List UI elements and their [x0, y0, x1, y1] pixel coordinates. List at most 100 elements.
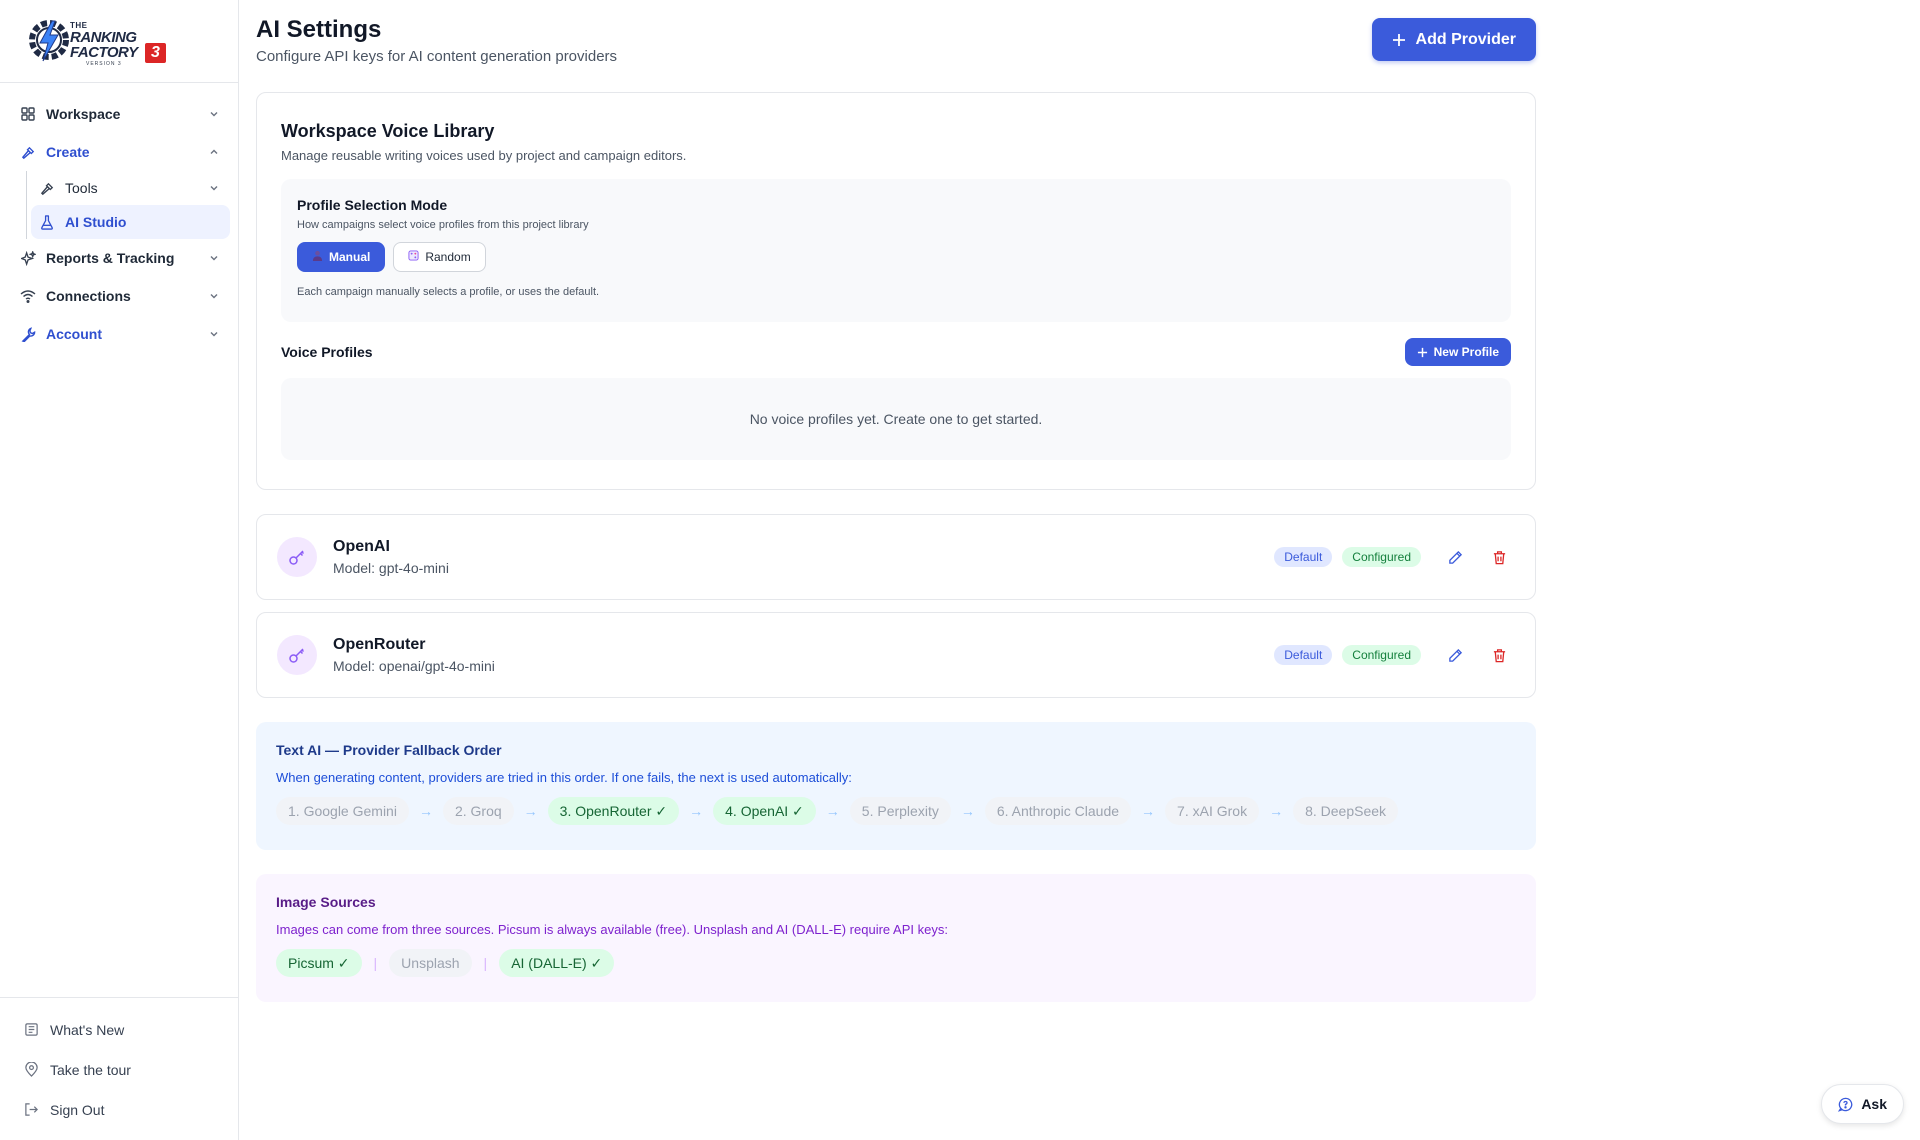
fallback-chip: 4. OpenAI ✓ [713, 797, 816, 825]
take-tour-label: Take the tour [50, 1062, 131, 1078]
fallback-subtitle: When generating content, providers are t… [276, 770, 852, 785]
sidebar-item-label: Reports & Tracking [46, 250, 175, 266]
delete-provider-button[interactable] [1487, 643, 1511, 667]
sidebar-item-account[interactable]: Account [12, 315, 230, 353]
wrench-icon [20, 326, 36, 342]
sidebar-item-label: AI Studio [65, 214, 127, 230]
edit-provider-button[interactable] [1443, 545, 1467, 569]
image-sources-subtitle: Images can come from three sources. Pics… [276, 922, 948, 937]
create-submenu: Tools AI Studio [26, 171, 230, 239]
person-icon [312, 250, 323, 264]
sidebar-item-create[interactable]: Create [12, 133, 230, 171]
sparkles-icon [20, 250, 36, 266]
sign-out-link[interactable]: Sign Out [24, 1090, 239, 1130]
sign-out-label: Sign Out [50, 1102, 105, 1118]
image-source-chip: AI (DALL-E) ✓ [499, 949, 615, 977]
trash-icon [1493, 648, 1505, 662]
chevron-down-icon [210, 112, 218, 117]
fallback-chip: 1. Google Gemini [276, 797, 409, 825]
whats-new-link[interactable]: What's New [24, 1010, 239, 1050]
provider-name: OpenAI [333, 538, 390, 555]
sidebar-item-label: Tools [65, 180, 98, 196]
voice-profiles-empty-state: No voice profiles yet. Create one to get… [281, 378, 1511, 460]
sidebar-nav: Workspace Create Tools AI Studio Reports… [0, 83, 238, 353]
logo[interactable]: THE RANKING FACTORY 3 VERSION 3 [0, 0, 238, 83]
ask-label: Ask [1861, 1096, 1887, 1112]
sidebar-item-label: Create [46, 144, 90, 160]
image-sources-title: Image Sources [276, 894, 376, 910]
whats-new-label: What's New [50, 1022, 125, 1038]
image-sources-panel: Image Sources Images can come from three… [256, 874, 1536, 1002]
provider-info: OpenRouter Model: openai/gpt-4o-mini [333, 636, 1264, 674]
new-profile-button[interactable]: New Profile [1404, 338, 1511, 366]
mode-note: Each campaign manually selects a profile… [297, 286, 600, 298]
hammer-icon [20, 144, 36, 160]
image-source-chip: Unsplash [389, 949, 472, 977]
new-profile-label: New Profile [1433, 345, 1499, 359]
chevron-down-icon [210, 332, 218, 337]
arrow-right-icon: → [960, 803, 975, 819]
voice-library-subtitle: Manage reusable writing voices used by p… [281, 148, 687, 163]
logo-text: FACTORY [70, 44, 138, 61]
manual-mode-button[interactable]: Manual [297, 242, 386, 272]
fallback-chain: 1. Google Gemini → 2. Groq → 3. OpenRout… [276, 797, 1516, 825]
fallback-title: Text AI — Provider Fallback Order [276, 742, 502, 758]
sidebar-item-label: Connections [46, 288, 131, 304]
image-sources-list: Picsum ✓ | Unsplash | AI (DALL-E) ✓ [276, 949, 1516, 977]
sidebar-item-tools[interactable]: Tools [31, 171, 230, 205]
take-tour-link[interactable]: Take the tour [24, 1050, 239, 1090]
voice-profiles-header: Voice Profiles New Profile [281, 338, 1511, 366]
pencil-icon [1448, 550, 1462, 564]
key-icon [277, 537, 317, 577]
provider-name: OpenRouter [333, 636, 426, 653]
trash-icon [1493, 550, 1505, 564]
edit-provider-button[interactable] [1443, 643, 1467, 667]
sidebar-item-workspace[interactable]: Workspace [12, 95, 230, 133]
fallback-order-panel: Text AI — Provider Fallback Order When g… [256, 722, 1536, 850]
add-provider-button[interactable]: Add Provider [1371, 18, 1536, 61]
voice-library-title: Workspace Voice Library [281, 121, 495, 141]
separator: | [483, 955, 488, 971]
chevron-up-icon [210, 149, 218, 154]
voice-library-card: Workspace Voice Library Manage reusable … [256, 92, 1536, 490]
random-mode-label: Random [425, 250, 471, 264]
page-header: AI Settings Configure API keys for AI co… [256, 0, 1536, 92]
arrow-right-icon: → [1141, 803, 1156, 819]
default-badge: Default [1274, 645, 1333, 665]
sidebar-item-label: Account [46, 326, 102, 342]
logo-version: VERSION 3 [86, 61, 122, 67]
image-source-chip: Picsum ✓ [276, 949, 362, 977]
sidebar-item-ai-studio[interactable]: AI Studio [31, 205, 230, 239]
chevron-down-icon [210, 256, 218, 261]
voice-profiles-title: Voice Profiles [281, 344, 373, 360]
arrow-right-icon: → [523, 803, 538, 819]
fallback-chip: 5. Perplexity [849, 797, 951, 825]
hammer-icon [39, 180, 55, 196]
fallback-chip: 6. Anthropic Claude [984, 797, 1132, 825]
plus-icon [1417, 347, 1427, 357]
provider-info: OpenAI Model: gpt-4o-mini [333, 538, 1264, 576]
arrow-right-icon: → [1269, 803, 1284, 819]
plus-icon [1392, 33, 1405, 46]
map-pin-icon [24, 1062, 40, 1078]
page-title: AI Settings [256, 16, 382, 43]
main-content: AI Settings Configure API keys for AI co… [256, 0, 1536, 1002]
fallback-chip: 8. DeepSeek [1293, 797, 1399, 825]
sidebar-item-label: Workspace [46, 106, 121, 122]
chevron-down-icon [210, 186, 218, 191]
ask-button[interactable]: Ask [1821, 1084, 1904, 1124]
provider-model: Model: openai/gpt-4o-mini [333, 658, 495, 674]
sidebar-item-reports-tracking[interactable]: Reports & Tracking [12, 239, 230, 277]
separator: | [373, 955, 378, 971]
sidebar-item-connections[interactable]: Connections [12, 277, 230, 315]
add-provider-label: Add Provider [1415, 30, 1516, 48]
delete-provider-button[interactable] [1487, 545, 1511, 569]
configured-badge: Configured [1342, 547, 1421, 567]
profile-selection-mode: Profile Selection Mode How campaigns sel… [281, 179, 1511, 322]
arrow-right-icon: → [418, 803, 433, 819]
chevron-down-icon [210, 294, 218, 299]
random-mode-button[interactable]: Random [393, 242, 486, 272]
default-badge: Default [1274, 547, 1333, 567]
grid-icon [20, 106, 36, 122]
arrow-right-icon: → [825, 803, 840, 819]
